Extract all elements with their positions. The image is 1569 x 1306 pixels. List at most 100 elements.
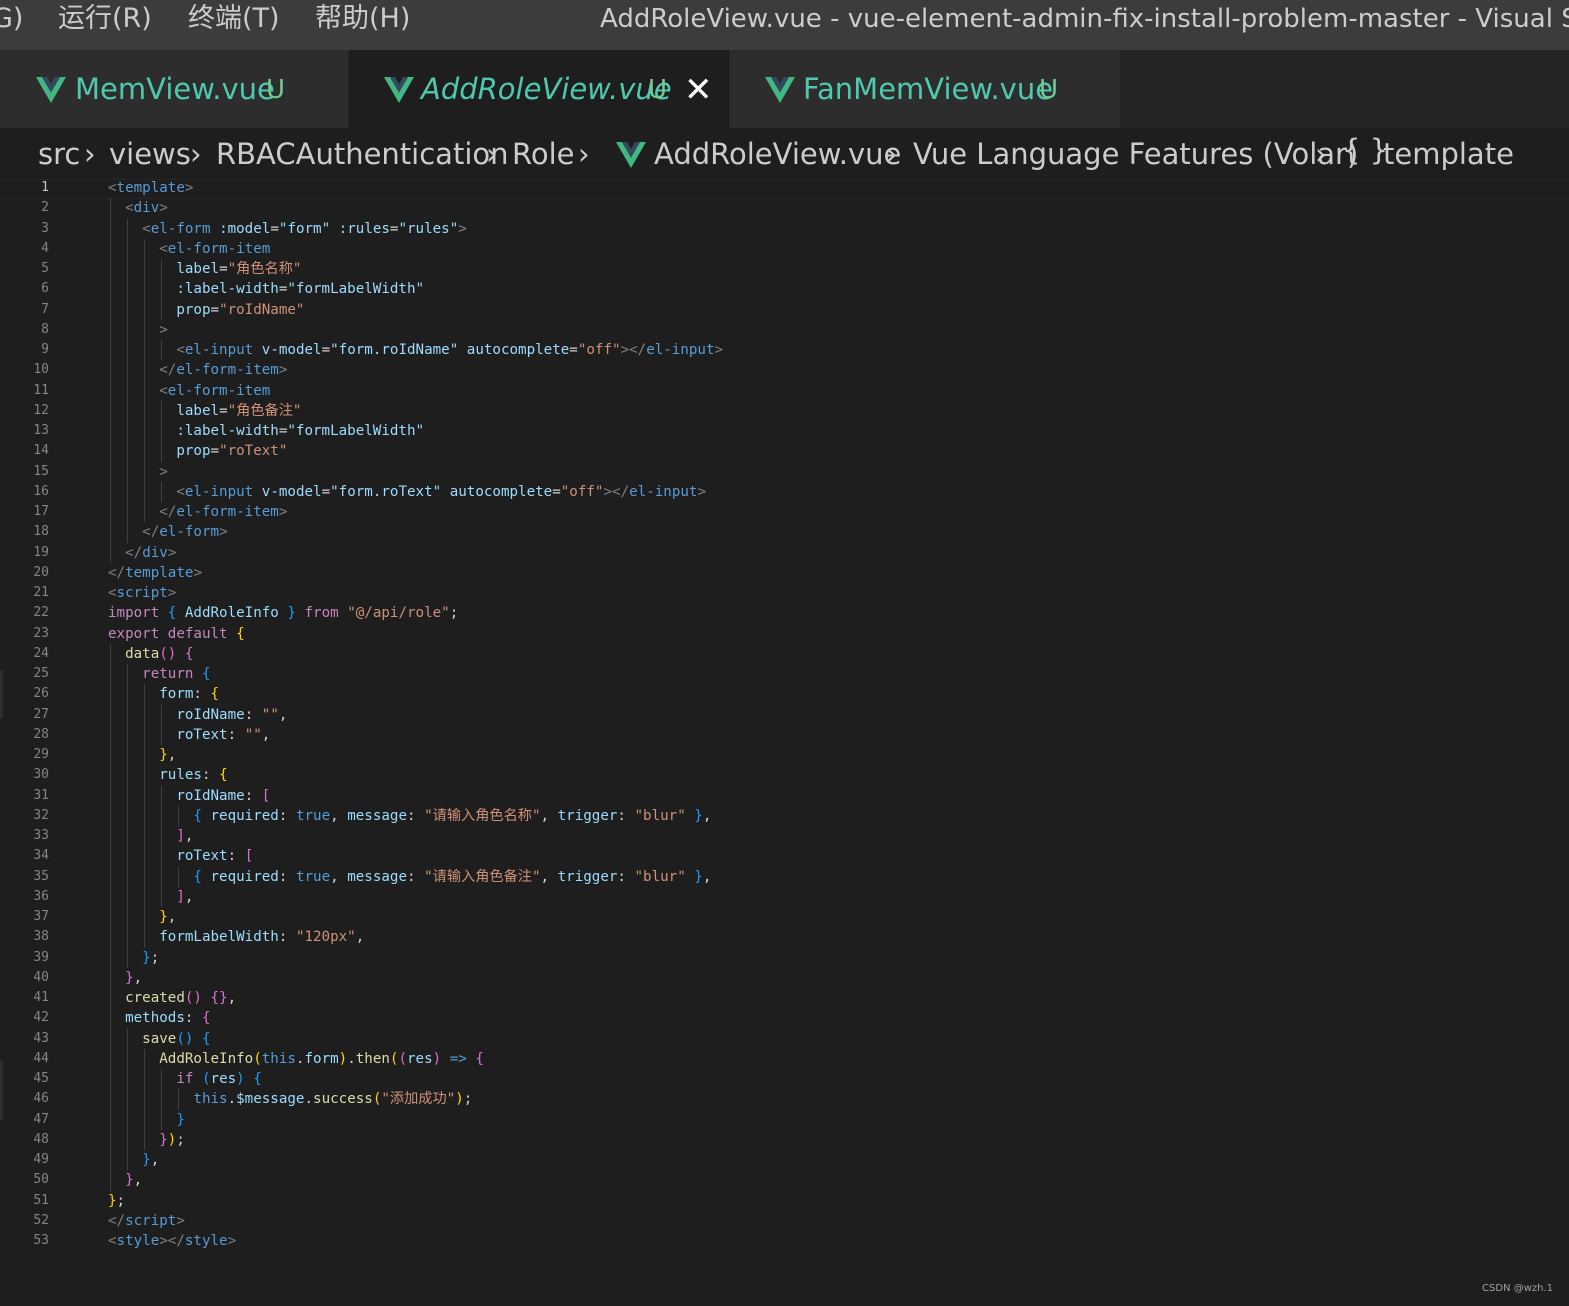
code-token: }	[694, 868, 703, 885]
code-line: 26 form: {	[0, 684, 1569, 704]
code-token: "off"	[577, 342, 621, 358]
code-token: )	[236, 1071, 245, 1087]
indent-guide	[161, 400, 163, 462]
menu-item-help[interactable]: 帮助(H)	[315, 0, 410, 40]
breadcrumb-language[interactable]: Vue Language Features (Volar)	[913, 134, 1358, 174]
code-line: 13 :label-width="formLabelWidth"	[0, 421, 1569, 441]
tab-fanmemview[interactable]: FanMemView.vue U	[730, 50, 1120, 128]
breadcrumb-symbol[interactable]: template	[1383, 134, 1514, 174]
code-text: }	[108, 1110, 185, 1130]
code-token: >	[278, 504, 288, 520]
code-text: ],	[108, 887, 193, 907]
code-token: "请输入角色备注"	[424, 868, 541, 885]
code-text: </template>	[108, 563, 202, 583]
code-token: =	[552, 483, 561, 500]
code-text: </el-form>	[108, 522, 227, 542]
indent-guide	[161, 1069, 163, 1130]
breadcrumb-views[interactable]: views	[109, 134, 191, 174]
code-token: ;	[116, 1192, 126, 1209]
code-line: 31 roIdName: [	[0, 786, 1569, 806]
code-text: },	[108, 968, 142, 988]
code-line: 50 },	[0, 1170, 1569, 1190]
breadcrumb-file[interactable]: AddRoleView.vue	[654, 134, 901, 174]
code-token: >	[193, 564, 202, 581]
code-token: trigger	[557, 868, 618, 885]
code-token: <	[176, 342, 185, 358]
code-text: <el-form-item	[108, 381, 270, 401]
menu-item-terminal[interactable]: 终端(T)	[188, 0, 280, 40]
line-number: 34	[33, 848, 49, 864]
indent-guide	[178, 805, 180, 826]
code-line: 17 </el-form-item>	[0, 502, 1569, 522]
code-token: (	[398, 1050, 408, 1067]
chevron-right-icon: ›	[84, 137, 96, 171]
braces-icon: { }	[1342, 133, 1389, 167]
line-number: 38	[33, 929, 49, 945]
code-line: 21 <script>	[0, 583, 1569, 603]
code-token: ,	[702, 807, 712, 824]
code-text: >	[108, 462, 168, 482]
breadcrumb-rbac[interactable]: RBACAuthentication	[216, 134, 509, 174]
tab-bar: MemView.vue U AddRoleView.vue U ✕ FanMem…	[0, 50, 1569, 128]
code-token: {	[201, 1010, 211, 1027]
menu-item-run[interactable]: 运行(R)	[58, 0, 152, 40]
code-text: roText: "",	[108, 725, 270, 745]
code-token: }	[694, 807, 703, 824]
code-text: import { AddRoleInfo } from "@/api/role"…	[108, 603, 458, 623]
code-token: >	[458, 220, 467, 237]
code-line: 3 <el-form :model="form" :rules="rules">	[0, 219, 1569, 239]
code-token: "roIdName"	[219, 301, 305, 318]
code-token: $message	[236, 1091, 305, 1108]
code-token: .	[227, 1091, 237, 1108]
code-text: roText: [	[108, 846, 253, 866]
code-line: 41 created() {},	[0, 988, 1569, 1008]
code-line: 38 formLabelWidth: "120px",	[0, 927, 1569, 947]
line-number: 24	[33, 645, 49, 661]
code-text: rules: {	[108, 765, 227, 785]
code-token: ,	[540, 807, 558, 824]
code-token: "rules"	[398, 220, 459, 237]
menu-item-go[interactable]: G)	[0, 0, 23, 40]
code-token: save	[142, 1030, 177, 1047]
code-token: <	[159, 382, 168, 399]
code-line: 37 },	[0, 907, 1569, 927]
code-token: =>	[449, 1050, 467, 1067]
code-token: el-input	[184, 342, 254, 358]
line-number: 50	[33, 1172, 49, 1188]
code-token: ></	[620, 342, 647, 358]
line-number: 33	[33, 828, 49, 843]
code-token: "120px"	[295, 929, 356, 946]
breadcrumb-role[interactable]: Role	[512, 134, 575, 174]
code-token: autocomplete	[466, 342, 570, 358]
tab-addroleview[interactable]: AddRoleView.vue U ✕	[349, 50, 729, 128]
code-token: message	[347, 868, 408, 885]
code-token: {	[201, 1030, 211, 1047]
code-text: <style></style>	[108, 1231, 236, 1251]
chevron-right-icon: ›	[486, 137, 498, 171]
close-icon[interactable]: ✕	[684, 70, 713, 110]
code-token: :	[244, 787, 262, 804]
code-text: export default {	[108, 624, 245, 644]
line-number: 41	[33, 990, 49, 1005]
code-text: <el-form-item	[108, 239, 270, 259]
code-editor[interactable]: 1 <template> 2 <div> 3 <el-form :model="for…	[0, 178, 1569, 1251]
code-token: ""	[244, 726, 262, 743]
code-token: {	[475, 1050, 484, 1067]
code-text: </script>	[108, 1211, 185, 1231]
breadcrumb-src[interactable]: src	[38, 134, 80, 174]
tab-memview[interactable]: MemView.vue U	[0, 50, 348, 128]
code-token: ,	[184, 828, 194, 844]
code-token: template	[116, 180, 185, 196]
tab-label: FanMemView.vue	[803, 72, 1054, 106]
